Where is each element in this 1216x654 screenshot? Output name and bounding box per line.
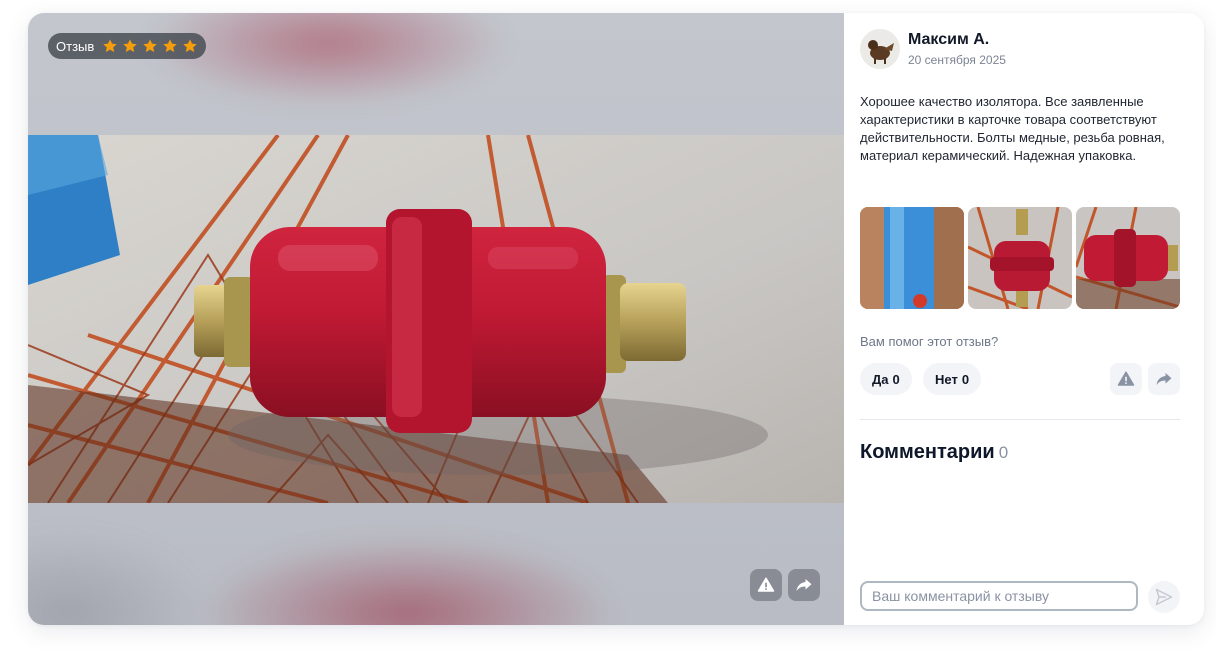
review-text: Хорошее качество изолятора. Все заявленн… — [860, 94, 1165, 163]
thumbnail-image — [860, 207, 964, 309]
share-icon — [796, 579, 812, 591]
warning-icon — [757, 577, 775, 592]
photo-thumbnail[interactable] — [968, 207, 1072, 309]
thumbnail-image — [1076, 207, 1180, 309]
star-icon — [103, 39, 117, 53]
review-author-name: Максим А. — [908, 31, 990, 48]
vote-no-label: Нет — [935, 371, 958, 387]
divider — [860, 419, 1180, 420]
review-card: Отзыв Максим А. 20 сентября 2025 Хорошее… — [28, 13, 1204, 625]
insulator-photo-image — [28, 135, 844, 503]
review-date: 20 сентября 2025 — [908, 53, 1006, 67]
comments-heading: Комментарии 0 — [860, 441, 1008, 464]
vote-yes-count: 0 — [892, 371, 900, 387]
report-review-button[interactable] — [1110, 363, 1142, 395]
review-photo-thumbnails — [860, 207, 1184, 309]
send-icon — [1155, 588, 1173, 606]
share-review-button[interactable] — [1148, 363, 1180, 395]
photo-thumbnail[interactable] — [1076, 207, 1180, 309]
warning-icon — [1117, 371, 1135, 386]
vote-no-count: 0 — [961, 371, 970, 387]
media-share-button[interactable] — [788, 569, 820, 601]
comment-input[interactable] — [860, 581, 1138, 611]
star-icon — [123, 39, 137, 53]
avatar — [860, 29, 900, 69]
media-report-button[interactable] — [750, 569, 782, 601]
comments-count: 0 — [998, 443, 1009, 462]
share-icon — [1156, 373, 1172, 385]
review-badge-label: Отзыв — [56, 38, 95, 54]
star-icon — [143, 39, 157, 53]
vote-no-button[interactable]: Нет 0 — [923, 363, 982, 395]
comments-title: Комментарии — [860, 441, 995, 463]
thumbnail-image — [968, 207, 1072, 309]
send-comment-button[interactable] — [1148, 581, 1180, 613]
vote-yes-label: Да — [872, 371, 889, 387]
review-photo[interactable] — [28, 135, 844, 503]
avatar-image — [860, 29, 900, 69]
review-details-panel: Максим А. 20 сентября 2025 Хорошее качес… — [844, 13, 1204, 625]
vote-yes-button[interactable]: Да 0 — [860, 363, 912, 395]
star-icon — [163, 39, 177, 53]
review-rating-badge: Отзыв — [48, 33, 207, 59]
helpful-question: Вам помог этот отзыв? — [860, 334, 999, 349]
photo-thumbnail[interactable] — [860, 207, 964, 309]
review-media-viewer: Отзыв — [28, 13, 844, 625]
star-icon — [183, 39, 197, 53]
